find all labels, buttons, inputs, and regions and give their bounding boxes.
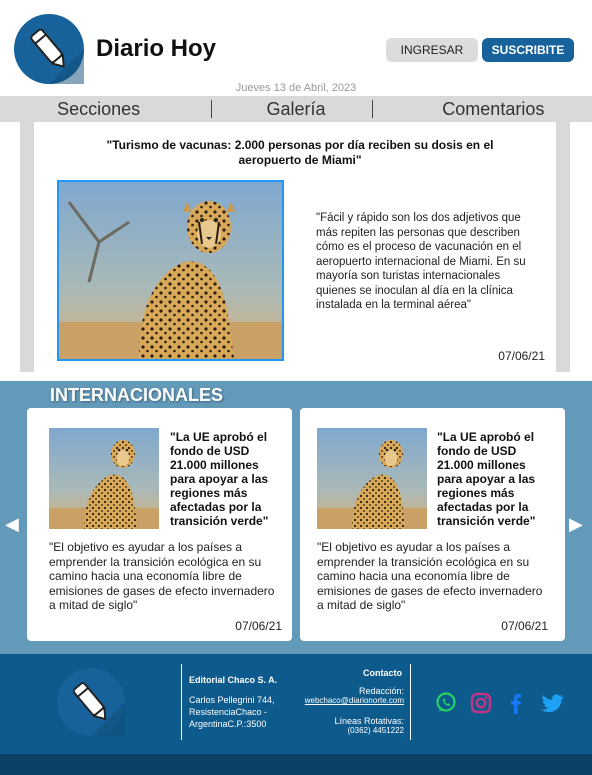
carousel-prev-button[interactable]: ◀ (5, 514, 19, 535)
nav-item-comentarios[interactable]: Comentarios (395, 96, 592, 122)
current-date: Jueves 13 de Abril, 2023 (235, 82, 357, 94)
footer-phone: (0362) 4451222 (347, 726, 405, 735)
footer-divider (181, 664, 182, 740)
twitter-icon[interactable] (539, 690, 565, 716)
pencil-icon (30, 28, 84, 84)
news-card-date: 07/06/21 (235, 619, 282, 633)
site-title: Diario Hoy (96, 35, 217, 62)
nav-item-galeria[interactable]: Galería (197, 96, 394, 122)
pencil-icon (72, 682, 125, 736)
footer-address: Carlos Pellegrini 744, ResistenciaChaco … (189, 695, 275, 729)
news-card-summary: "El objetivo es ayudar a los países a em… (317, 540, 543, 612)
footer-logo[interactable] (57, 668, 125, 736)
footer-divider (410, 664, 411, 740)
featured-date: 07/06/21 (498, 349, 545, 363)
cheetah-image (317, 428, 427, 529)
nav-item-secciones[interactable]: Secciones (0, 96, 197, 122)
featured-side-band (20, 122, 34, 372)
section-title-international: INTERNACIONALES (50, 385, 224, 405)
news-card[interactable]: "La UE aprobó el fondo de USD 21.000 mil… (300, 408, 565, 641)
news-card-date: 07/06/21 (501, 619, 548, 633)
nav-divider (372, 100, 373, 118)
featured-image[interactable] (57, 180, 284, 361)
subscribe-button[interactable]: SUSCRIBITE (482, 38, 574, 62)
news-card-image[interactable] (49, 428, 159, 529)
featured-side-band (556, 122, 570, 372)
login-button[interactable]: INGRESAR (386, 38, 478, 62)
featured-summary: "Fácil y rápido son los dos adjetivos qu… (316, 212, 526, 311)
whatsapp-icon[interactable] (433, 690, 459, 716)
footer-email-link[interactable]: webchaco@diarionorte.com (290, 696, 404, 705)
site-logo[interactable] (14, 14, 84, 84)
news-card-title[interactable]: "La UE aprobó el fondo de USD 21.000 mil… (170, 430, 280, 528)
news-card-summary: "El objetivo es ayudar a los países a em… (49, 540, 275, 612)
cheetah-image (49, 428, 159, 529)
main-nav: Secciones Galería Comentarios (0, 96, 592, 122)
footer-bottom-bar (0, 754, 592, 775)
footer-company-name: Editorial Chaco S. A. (189, 675, 278, 685)
carousel-next-button[interactable]: ▶ (569, 514, 583, 535)
footer-redaccion-label: Redacción: (358, 686, 404, 696)
page: Diario Hoy INGRESAR SUSCRIBITE Jueves 13… (0, 0, 592, 775)
footer-rotativas-label: Líneas Rotativas: (334, 716, 404, 726)
nav-divider (211, 100, 212, 118)
facebook-icon[interactable] (503, 690, 529, 716)
featured-title[interactable]: "Turismo de vacunas: 2.000 personas por … (90, 138, 510, 168)
footer-contact-title: Contacto (363, 668, 402, 678)
news-card-image[interactable] (317, 428, 427, 529)
cheetah-image (59, 182, 282, 359)
news-card-title[interactable]: "La UE aprobó el fondo de USD 21.000 mil… (437, 430, 547, 528)
news-card[interactable]: "La UE aprobó el fondo de USD 21.000 mil… (27, 408, 292, 641)
instagram-icon[interactable] (468, 690, 494, 716)
